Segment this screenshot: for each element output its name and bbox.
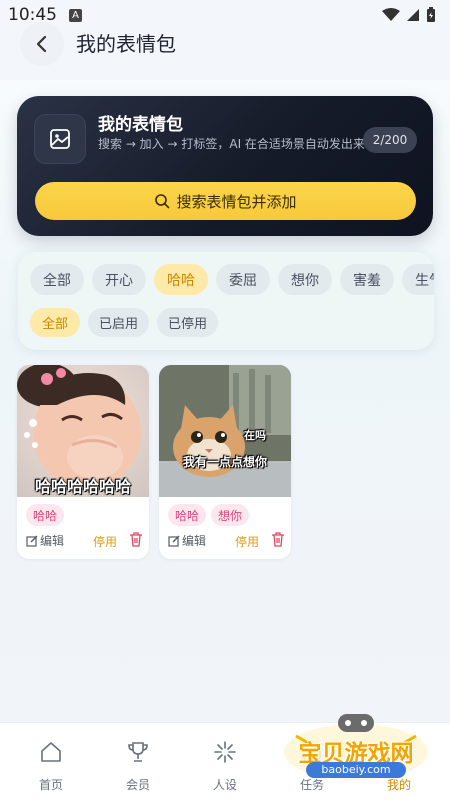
sticker-image[interactable]: 哈哈哈哈哈哈	[17, 365, 149, 497]
search-add-button[interactable]: 搜索表情包并添加	[35, 182, 416, 220]
nav-item-home[interactable]: 首页	[16, 737, 86, 793]
hero-card: 我的表情包 搜索 → 加入 → 打标签，AI 在合适场景自动发出来 2/200 …	[17, 96, 433, 236]
filter-panel: 全部 开心 哈哈 委屈 想你 害羞 生气 全部 已启用 已停用	[18, 252, 434, 350]
search-icon	[155, 194, 170, 209]
nav-label: 会员	[125, 778, 150, 792]
page-title: 我的表情包	[76, 32, 176, 56]
hero-icon-box	[34, 114, 86, 164]
bottom-nav: 首页 会员 人设 任务 我的	[0, 722, 450, 800]
nav-item-member[interactable]: 会员	[103, 737, 173, 793]
status-filter-row: 全部 已启用 已停用	[30, 308, 219, 337]
sticker-card[interactable]: 在吗 我有一点点想你 哈哈 想你 编辑 停用	[159, 365, 291, 559]
edit-button[interactable]: 编辑	[168, 532, 206, 549]
sticker-count-badge: 2/200	[363, 127, 417, 153]
category-chip[interactable]: 害羞	[340, 264, 394, 295]
sticker-tags: 哈哈	[26, 504, 65, 526]
trophy-icon	[128, 742, 148, 762]
nav-item-task[interactable]: 任务	[277, 737, 347, 793]
edit-button[interactable]: 编辑	[26, 532, 64, 549]
sticker-caption: 哈哈哈哈哈哈	[34, 477, 131, 496]
status-chip[interactable]: 全部	[30, 308, 80, 337]
category-chip[interactable]: 开心	[92, 264, 146, 295]
category-chip[interactable]: 委屈	[216, 264, 270, 295]
sticker-tag: 哈哈	[168, 504, 207, 526]
sticker-caption-top: 在吗	[244, 429, 266, 442]
trash-icon	[130, 532, 142, 547]
chevron-left-icon	[36, 35, 47, 53]
edit-label: 编辑	[40, 534, 65, 548]
sticker-image[interactable]: 在吗 我有一点点想你	[159, 365, 291, 497]
wifi-icon	[382, 8, 400, 21]
delete-button[interactable]	[271, 532, 285, 551]
edit-icon	[168, 535, 180, 547]
user-icon	[390, 743, 408, 762]
search-add-label: 搜索表情包并添加	[176, 192, 297, 211]
category-filter-row: 全部 开心 哈哈 委屈 想你 害羞 生气	[30, 264, 434, 295]
signal-icon	[407, 9, 419, 21]
sticker-tag: 想你	[211, 504, 250, 526]
category-chip[interactable]: 生气	[402, 264, 434, 295]
sticker-card[interactable]: 哈哈哈哈哈哈 哈哈 编辑 停用	[17, 365, 149, 559]
status-chip[interactable]: 已停用	[157, 308, 219, 337]
sticker-caption: 我有一点点想你	[182, 455, 267, 469]
task-icon	[303, 743, 321, 761]
edit-label: 编辑	[182, 534, 207, 548]
delete-button[interactable]	[129, 532, 143, 551]
sticker-actions: 编辑 停用	[168, 532, 288, 552]
status-chip[interactable]: 已启用	[88, 308, 150, 337]
battery-icon	[427, 7, 435, 22]
back-button[interactable]	[20, 22, 64, 66]
hero-title: 我的表情包	[98, 115, 183, 135]
sticker-tags: 哈哈 想你	[168, 504, 250, 526]
nav-label: 我的	[386, 778, 411, 792]
nav-item-persona[interactable]: 人设	[190, 737, 260, 793]
image-icon	[50, 129, 70, 149]
category-chip[interactable]: 全部	[30, 264, 84, 295]
category-chip[interactable]: 想你	[278, 264, 332, 295]
header: 我的表情包	[0, 22, 450, 74]
sticker-actions: 编辑 停用	[26, 532, 146, 552]
hero-description: 搜索 → 加入 → 打标签，AI 在合适场景自动发出来	[98, 137, 365, 151]
nav-label: 首页	[38, 778, 63, 792]
disable-button[interactable]: 停用	[235, 533, 259, 550]
status-icons	[382, 7, 436, 23]
trash-icon	[272, 532, 284, 547]
sticker-tag: 哈哈	[26, 504, 65, 526]
home-icon	[41, 742, 61, 762]
category-chip[interactable]: 哈哈	[154, 264, 208, 295]
nav-label: 人设	[212, 778, 237, 792]
edit-icon	[26, 535, 38, 547]
notification-a-icon: A	[69, 8, 82, 22]
sparkle-icon	[214, 741, 236, 763]
nav-item-mine[interactable]: 我的	[364, 737, 434, 793]
disable-button[interactable]: 停用	[93, 533, 117, 550]
nav-label: 任务	[299, 778, 324, 792]
